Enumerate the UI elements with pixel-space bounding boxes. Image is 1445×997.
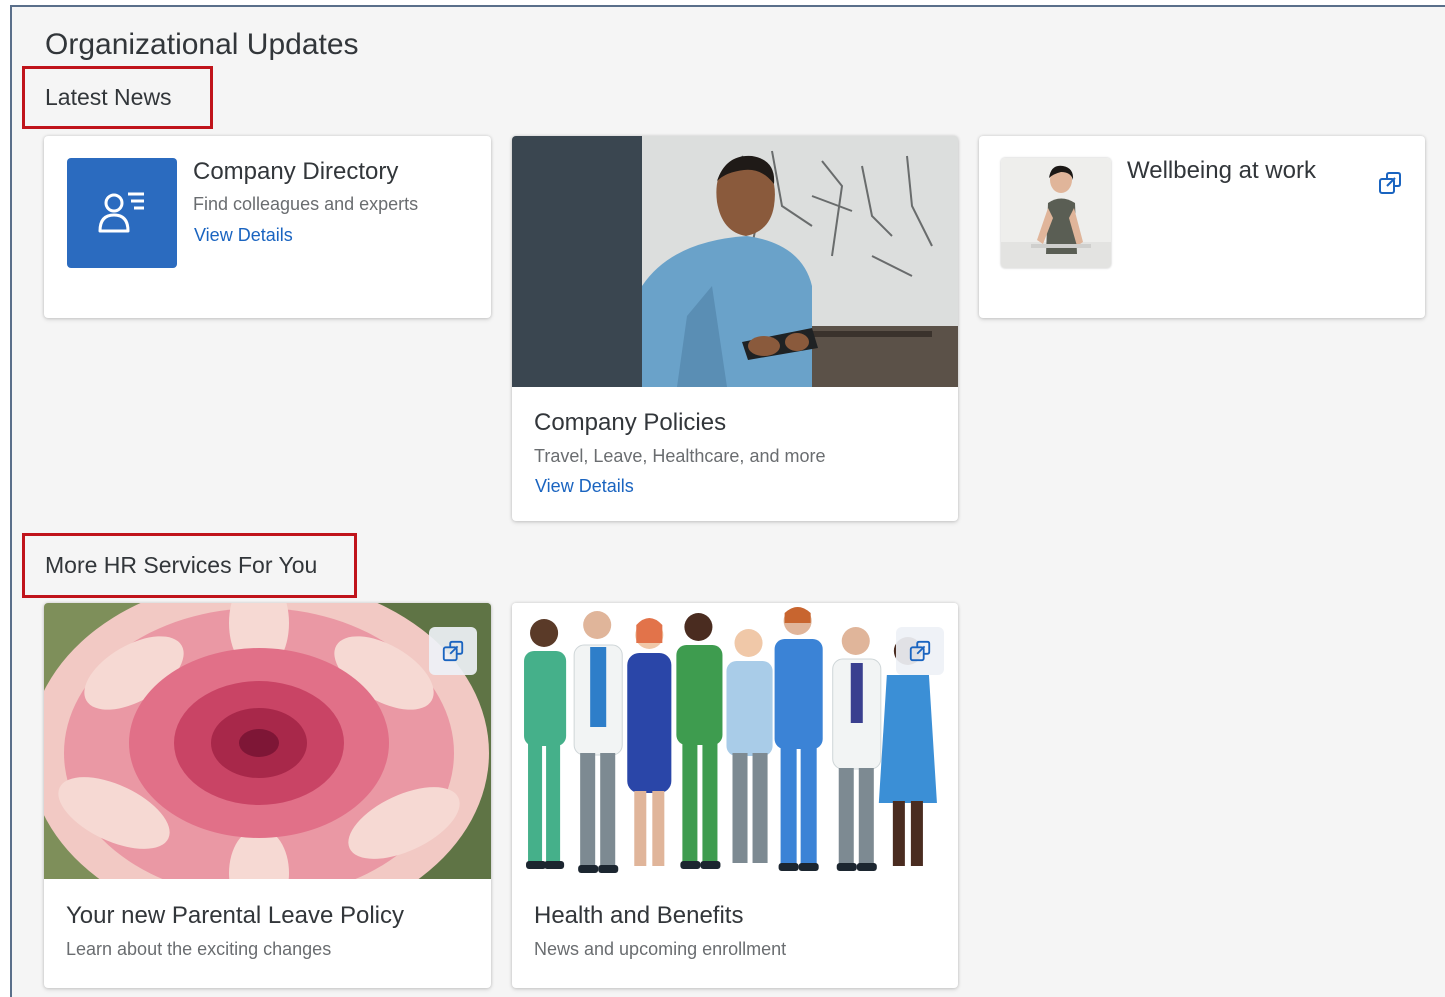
card-title: Company Policies [534,409,727,436]
card-subtitle: News and upcoming enrollment [534,939,787,959]
card-company-directory[interactable]: Company Directory Find colleagues and ex… [44,136,491,318]
section-header-more-hr-services: More HR Services For You [22,533,357,598]
card-title: Wellbeing at work [1127,157,1316,184]
card-subtitle: Travel, Leave, Healthcare, and more [534,446,826,466]
card-title: Health and Benefits [534,902,744,929]
external-link-icon[interactable] [896,627,944,675]
card-company-policies[interactable]: Company Policies Travel, Leave, Healthca… [512,136,958,521]
pink-dahlia-photo [44,603,491,879]
section-header-latest-news: Latest News [22,66,213,129]
view-details-link[interactable]: View Details [194,225,293,246]
card-wellbeing-at-work[interactable]: Wellbeing at work [979,136,1425,318]
card-title: Your new Parental Leave Policy [66,902,404,929]
card-health-and-benefits[interactable]: Health and Benefits News and upcoming en… [512,603,958,988]
section-title: Latest News [45,84,172,110]
external-link-icon[interactable] [429,627,477,675]
card-parental-leave-policy[interactable]: Your new Parental Leave Policy Learn abo… [44,603,491,988]
card-subtitle: Find colleagues and experts [193,194,419,214]
woman-at-desk-photo [1001,158,1111,268]
healthcare-workers-illustration [512,603,958,879]
section-title: More HR Services For You [45,552,318,578]
man-with-tablet-photo [512,136,958,387]
view-details-link[interactable]: View Details [535,476,634,497]
person-list-icon [67,158,177,268]
page-title: Organizational Updates [45,28,359,61]
external-link-icon[interactable] [1377,170,1403,196]
card-title: Company Directory [193,158,399,185]
card-subtitle: Learn about the exciting changes [66,939,332,959]
